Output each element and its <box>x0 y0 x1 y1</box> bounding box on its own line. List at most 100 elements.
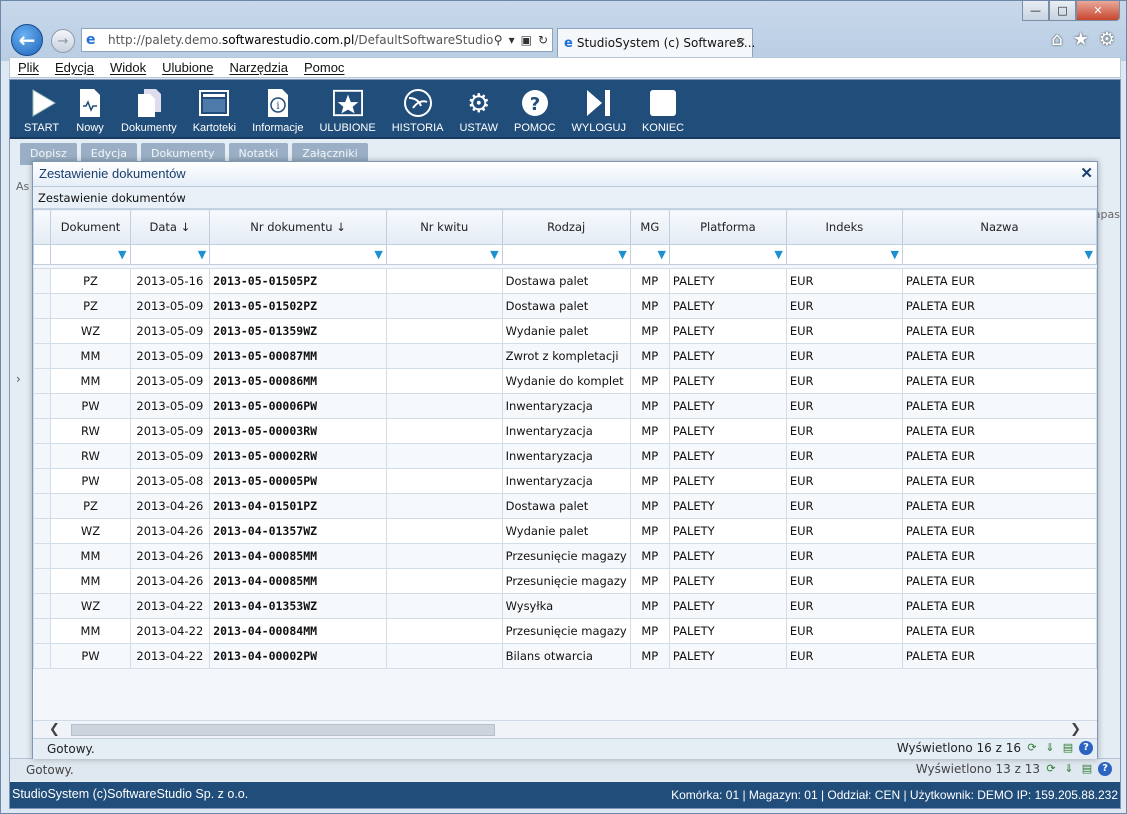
toolbar-kartoteki-button[interactable]: Kartoteki <box>185 80 244 138</box>
close-tab-icon[interactable]: ✕ <box>736 35 746 49</box>
browser-tab[interactable]: e StudioSystem (c) SoftwareS... ✕ <box>557 28 755 57</box>
address-bar[interactable]: e http://palety.demo. softwarestudio.com.… <box>81 28 553 52</box>
table-row[interactable]: PW 2013-05-09 2013-05-00006PW Inwentaryzacj… <box>33 393 1097 419</box>
toolbar-wyloguj-button[interactable]: WYLOGUJ <box>564 80 634 138</box>
row-selector[interactable] <box>33 443 52 469</box>
filter-icon[interactable]: ▼ <box>501 244 631 265</box>
export-icon[interactable]: ⇓ <box>1062 762 1076 776</box>
help-icon[interactable]: ? <box>1098 762 1112 776</box>
row-selector[interactable] <box>33 318 52 344</box>
column-header[interactable]: Platforma <box>668 209 787 245</box>
filter-icon[interactable]: ▼ <box>385 244 503 265</box>
toolbar-ulubione-button[interactable]: ULUBIONE <box>311 80 383 138</box>
table-row[interactable]: PZ 2013-04-26 2013-04-01501PZ Dostawa palet… <box>33 493 1097 519</box>
compat-view-icon[interactable]: ▣ <box>521 33 532 47</box>
print-icon[interactable]: ▤ <box>1061 741 1075 755</box>
scroll-left-icon[interactable]: ❮ <box>49 722 60 737</box>
toolbar-historia-button[interactable]: HISTORIA <box>384 80 452 138</box>
filter-icon[interactable]: ▼ <box>901 244 1097 265</box>
toolbar-ustaw-button[interactable]: ⚙ USTAW <box>451 80 506 138</box>
column-header[interactable]: Indeks <box>785 209 903 245</box>
row-selector[interactable] <box>33 468 52 494</box>
row-selector[interactable] <box>33 293 52 319</box>
cell-platforma: PALETY <box>668 293 787 319</box>
table-row[interactable]: MM 2013-04-22 2013-04-00084MM Przesunięcie … <box>33 618 1097 644</box>
column-header[interactable]: Nazwa <box>901 209 1097 245</box>
menu-narzedzia[interactable]: Narzędzia <box>229 60 288 75</box>
row-selector[interactable] <box>33 643 52 669</box>
close-window-icon[interactable]: ✕ <box>1076 1 1120 21</box>
menu-widok[interactable]: Widok <box>110 60 146 75</box>
column-header[interactable]: Rodzaj <box>501 209 631 245</box>
search-icon[interactable]: ⚲ <box>494 33 503 47</box>
column-header[interactable]: MG <box>629 209 670 245</box>
table-row[interactable]: PZ 2013-05-16 2013-05-01505PZ Dostawa palet… <box>33 268 1097 294</box>
toolbar-nowy-button[interactable]: Nowy <box>67 80 113 138</box>
toolbar-informacje-button[interactable]: i Informacje <box>244 80 311 138</box>
forward-arrow-icon[interactable]: → <box>51 29 75 53</box>
filter-icon[interactable]: ▼ <box>629 244 670 265</box>
toolbar-koniec-button[interactable]: KONIEC <box>634 80 692 138</box>
cell-indeks: EUR <box>785 368 903 394</box>
table-row[interactable]: RW 2013-05-09 2013-05-00002RW Inwentaryzacj… <box>33 443 1097 469</box>
table-row[interactable]: RW 2013-05-09 2013-05-00003RW Inwentaryzacj… <box>33 418 1097 444</box>
refresh-icon[interactable]: ⟳ <box>1044 762 1058 776</box>
table-row[interactable]: MM 2013-05-09 2013-05-00086MM Wydanie do ko… <box>33 368 1097 394</box>
refresh-icon[interactable]: ⟳ <box>1025 741 1039 755</box>
minimize-icon[interactable]: — <box>1022 1 1049 21</box>
row-selector[interactable] <box>33 268 52 294</box>
menu-pomoc[interactable]: Pomoc <box>304 60 344 75</box>
home-icon[interactable]: ⌂ <box>1051 29 1062 50</box>
table-row[interactable]: PW 2013-05-08 2013-05-00005PW Inwentaryzacj… <box>33 468 1097 494</box>
row-selector[interactable] <box>33 618 52 644</box>
table-row[interactable]: MM 2013-05-09 2013-05-00087MM Zwrot z kompl… <box>33 343 1097 369</box>
refresh-icon[interactable]: ↻ <box>538 33 548 47</box>
table-row[interactable]: WZ 2013-04-26 2013-04-01357WZ Wydanie palet… <box>33 518 1097 544</box>
table-row[interactable]: MM 2013-04-26 2013-04-00085MM Przesunięcie … <box>33 543 1097 569</box>
table-row[interactable]: PZ 2013-05-09 2013-05-01502PZ Dostawa palet… <box>33 293 1097 319</box>
column-header[interactable]: Dokument <box>50 209 131 245</box>
cell-data: 2013-05-09 <box>129 443 211 469</box>
row-selector[interactable] <box>33 493 52 519</box>
filter-icon[interactable]: ▼ <box>50 244 131 265</box>
table-row[interactable]: WZ 2013-05-09 2013-05-01359WZ Wydanie palet… <box>33 318 1097 344</box>
row-selector[interactable] <box>33 568 52 594</box>
column-header[interactable]: Nr dokumentu ↓ <box>209 209 387 245</box>
menu-ulubione[interactable]: Ulubione <box>162 60 213 75</box>
row-selector[interactable] <box>33 368 52 394</box>
row-selector[interactable] <box>33 518 52 544</box>
expand-panel-icon[interactable]: › <box>16 372 21 386</box>
back-arrow-icon[interactable]: ← <box>11 24 43 56</box>
menu-plik[interactable]: Plik <box>18 60 39 75</box>
table-row[interactable]: PW 2013-04-22 2013-04-00002PW Bilans otwarc… <box>33 643 1097 669</box>
cell-nazwa: PALETA EUR <box>901 418 1097 444</box>
toolbar-pomoc-button[interactable]: ? POMOC <box>506 80 564 138</box>
favorites-icon[interactable]: ★ <box>1073 29 1089 50</box>
export-icon[interactable]: ⇓ <box>1043 741 1057 755</box>
toolbar-start-button[interactable]: START <box>16 80 67 138</box>
scrollbar-thumb[interactable] <box>71 724 495 736</box>
row-selector[interactable] <box>33 418 52 444</box>
maximize-icon[interactable]: □ <box>1049 1 1076 21</box>
help-icon[interactable]: ? <box>1079 741 1093 755</box>
row-selector[interactable] <box>33 343 52 369</box>
filter-icon[interactable]: ▼ <box>785 244 903 265</box>
table-row[interactable]: MM 2013-04-26 2013-04-00085MM Przesunięcie … <box>33 568 1097 594</box>
row-selector[interactable] <box>33 593 52 619</box>
menu-edycja[interactable]: Edycja <box>55 60 94 75</box>
horizontal-scrollbar[interactable]: ❮ ❯ <box>33 720 1097 738</box>
scroll-right-icon[interactable]: ❯ <box>1070 722 1081 737</box>
column-header[interactable]: Nr kwitu <box>385 209 503 245</box>
row-selector[interactable] <box>33 393 52 419</box>
close-icon[interactable]: ✕ <box>1080 164 1093 182</box>
filter-icon[interactable]: ▼ <box>668 244 787 265</box>
filter-icon[interactable]: ▼ <box>129 244 211 265</box>
toolbar-dokumenty-button[interactable]: Dokumenty <box>113 80 185 138</box>
dropdown-icon[interactable]: ▾ <box>509 33 515 47</box>
table-row[interactable]: WZ 2013-04-22 2013-04-01353WZ Wysyłka MP PALE… <box>33 593 1097 619</box>
column-header[interactable]: Data ↓ <box>129 209 211 245</box>
print-icon[interactable]: ▤ <box>1080 762 1094 776</box>
filter-icon[interactable]: ▼ <box>209 244 387 265</box>
row-selector[interactable] <box>33 543 52 569</box>
gear-icon[interactable]: ⚙ <box>1099 29 1115 50</box>
